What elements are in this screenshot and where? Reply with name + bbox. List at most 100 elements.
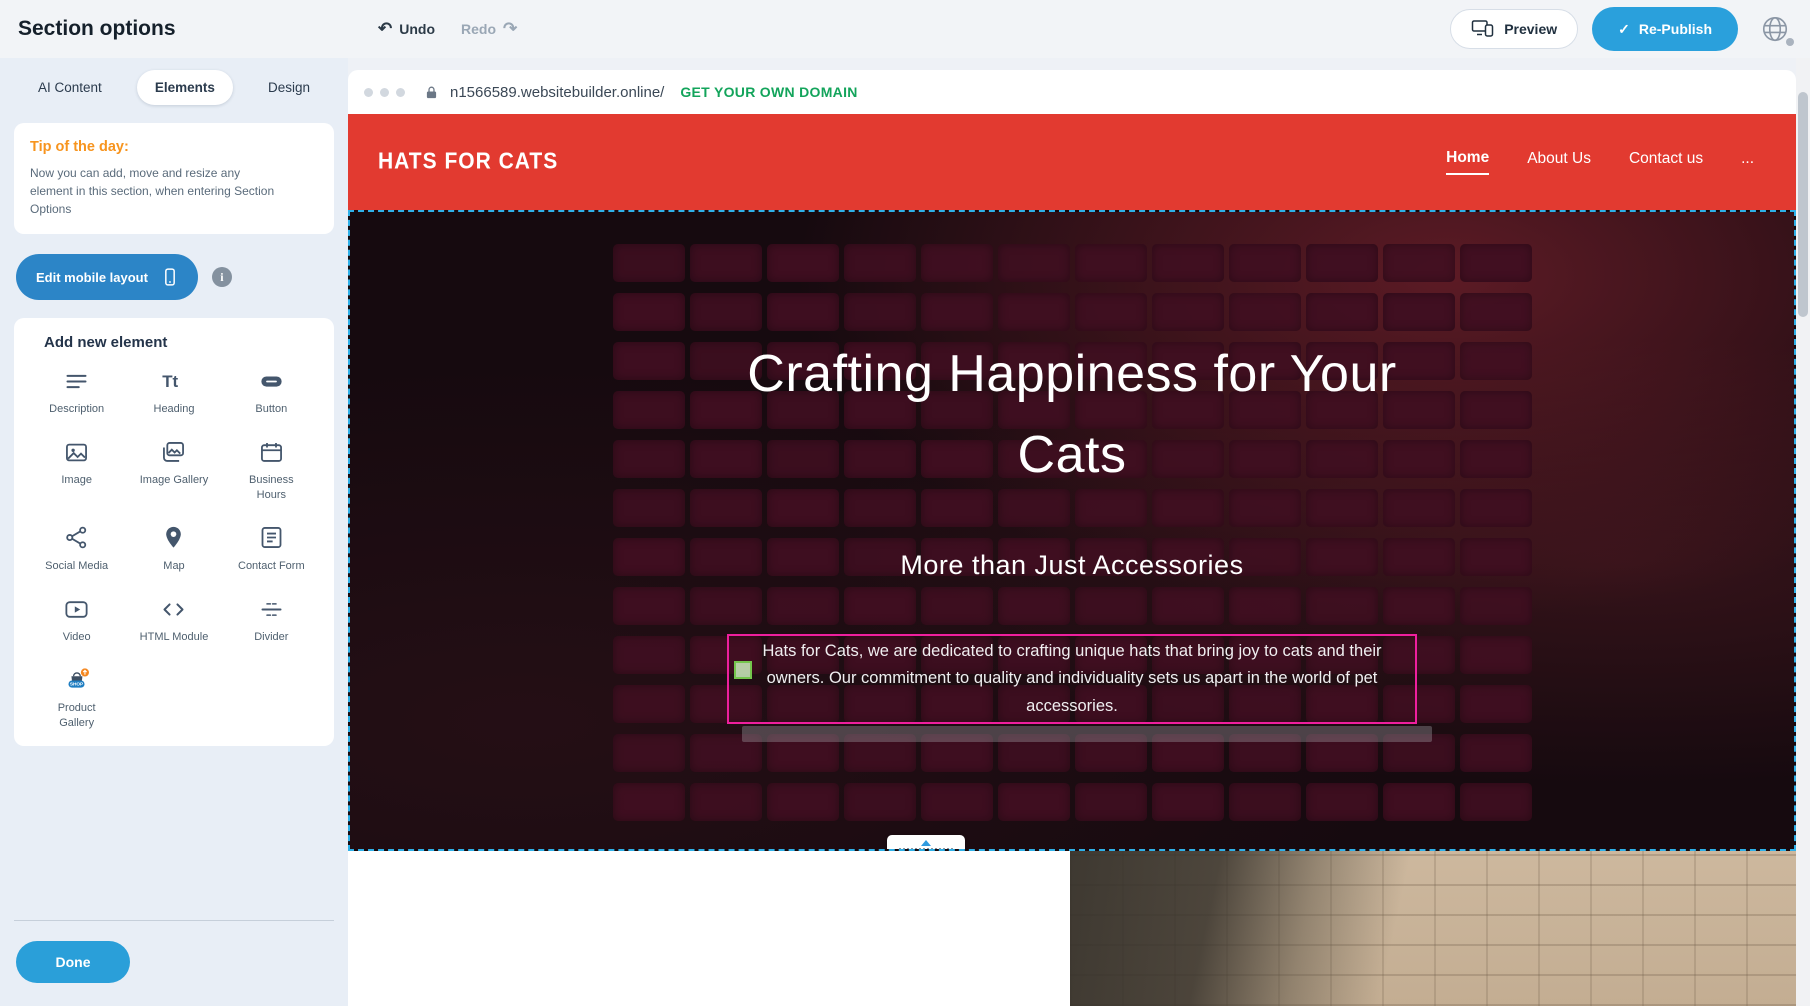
add-new-element-card: Add new element Description Tt Heading B…: [14, 318, 334, 746]
hero-tile: [1306, 293, 1378, 331]
redo-icon: ↷: [503, 19, 517, 39]
element-grid: Description Tt Heading Button Image: [30, 367, 318, 730]
tab-design[interactable]: Design: [250, 70, 328, 105]
video-icon: [63, 595, 90, 623]
section-options-sidebar: AI Content Elements Design Tip of the da…: [0, 58, 348, 1006]
section-resize-handle[interactable]: [887, 835, 965, 851]
hero-tile: [1383, 293, 1455, 331]
window-dot: [396, 88, 405, 97]
undo-button[interactable]: ↶ Undo: [378, 19, 435, 39]
hero-tile: [1306, 783, 1378, 821]
hero-tile: [921, 244, 993, 282]
hero-heading[interactable]: Crafting Happiness for Your Cats: [732, 334, 1412, 496]
globe-badge: [1786, 38, 1794, 46]
element-description[interactable]: Description: [30, 367, 123, 416]
element-product-gallery[interactable]: SHOP Product Gallery: [30, 666, 123, 730]
hero-tile: [1460, 244, 1532, 282]
hero-paragraph-text: Hats for Cats, we are dedicated to craft…: [735, 638, 1409, 720]
tip-of-the-day-card: Tip of the day: Now you can add, move an…: [14, 123, 334, 234]
element-map[interactable]: Map: [127, 524, 220, 573]
hero-section-selected[interactable]: Crafting Happiness for Your Cats More th…: [348, 210, 1796, 851]
contact-form-icon: [258, 524, 285, 552]
paving-photo: [1070, 851, 1796, 1006]
hero-tile: [767, 783, 839, 821]
map-icon: [160, 524, 187, 552]
scrollbar-thumb[interactable]: [1798, 92, 1808, 317]
element-business-hours[interactable]: Business Hours: [225, 438, 318, 502]
product-gallery-icon: SHOP: [63, 666, 90, 694]
image-icon: [63, 438, 90, 466]
svg-text:SHOP: SHOP: [70, 682, 83, 688]
hero-tile: [1460, 636, 1532, 674]
hero-paragraph-selected[interactable]: Hats for Cats, we are dedicated to craft…: [727, 634, 1417, 724]
hero-tile: [921, 293, 993, 331]
button-icon: [258, 367, 285, 395]
element-button[interactable]: Button: [225, 367, 318, 416]
tab-elements[interactable]: Elements: [137, 70, 233, 105]
green-resize-handle[interactable]: [734, 661, 752, 679]
element-label: HTML Module: [140, 630, 209, 644]
element-video[interactable]: Video: [30, 595, 123, 644]
element-label: Description: [49, 402, 104, 416]
hero-tile: [998, 587, 1070, 625]
window-dot: [380, 88, 389, 97]
hero-tile: [1460, 783, 1532, 821]
browser-chrome-bar: n1566589.websitebuilder.online/ GET YOUR…: [348, 70, 1796, 114]
hero-tile: [767, 244, 839, 282]
resize-dotted-line: [899, 848, 953, 850]
redo-button[interactable]: Redo ↷: [461, 19, 517, 39]
element-label: Button: [255, 402, 287, 416]
hero-tile: [1306, 587, 1378, 625]
element-html-module[interactable]: HTML Module: [127, 595, 220, 644]
hero-tile: [613, 489, 685, 527]
element-contact-form[interactable]: Contact Form: [225, 524, 318, 573]
next-section: [348, 851, 1796, 1006]
business-hours-icon: [258, 438, 285, 466]
hero-tile: [613, 244, 685, 282]
nav-about-us[interactable]: About Us: [1527, 150, 1591, 174]
hero-tile: [690, 293, 762, 331]
info-icon[interactable]: i: [212, 267, 232, 287]
hero-tile: [1460, 734, 1532, 772]
preview-button[interactable]: Preview: [1450, 9, 1578, 49]
hero-tile: [921, 783, 993, 821]
html-module-icon: [160, 595, 187, 623]
tab-ai-content[interactable]: AI Content: [20, 70, 120, 105]
nav-contact-us[interactable]: Contact us: [1629, 150, 1703, 174]
element-image[interactable]: Image: [30, 438, 123, 502]
drag-ghost: [742, 726, 1432, 742]
lock-icon: [423, 84, 440, 101]
element-heading[interactable]: Tt Heading: [127, 367, 220, 416]
nav-home[interactable]: Home: [1446, 149, 1489, 175]
language-globe-button[interactable]: [1754, 8, 1796, 50]
hero-tile: [1152, 244, 1224, 282]
site-logo[interactable]: HATS FOR CATS: [378, 149, 558, 176]
hero-subheading[interactable]: More than Just Accessories: [350, 550, 1794, 581]
element-divider[interactable]: Divider: [225, 595, 318, 644]
tip-title: Tip of the day:: [30, 139, 318, 155]
hero-tile: [1460, 391, 1532, 429]
hero-tile: [1460, 440, 1532, 478]
hero-tile: [921, 587, 993, 625]
republish-button[interactable]: ✓ Re-Publish: [1592, 7, 1738, 51]
hero-tile: [1152, 587, 1224, 625]
hero-tile: [1306, 244, 1378, 282]
element-image-gallery[interactable]: Image Gallery: [127, 438, 220, 502]
done-button[interactable]: Done: [16, 941, 130, 983]
preview-devices-icon: [1471, 19, 1495, 39]
element-social-media[interactable]: Social Media: [30, 524, 123, 573]
nav-more[interactable]: ...: [1741, 150, 1754, 174]
social-media-icon: [63, 524, 90, 552]
page-scrollbar[interactable]: [1796, 58, 1810, 1006]
site-url: n1566589.websitebuilder.online/: [450, 84, 664, 101]
element-label: Heading: [154, 402, 195, 416]
hero-tile: [613, 342, 685, 380]
edit-mobile-layout-button[interactable]: Edit mobile layout: [16, 254, 198, 300]
hero-tile: [1229, 587, 1301, 625]
hero-tile: [1383, 587, 1455, 625]
done-area: Done: [0, 920, 348, 1006]
hero-tile: [1152, 293, 1224, 331]
hero-tile: [844, 293, 916, 331]
get-your-own-domain-link[interactable]: GET YOUR OWN DOMAIN: [680, 84, 857, 100]
window-control-dots: [364, 88, 405, 97]
